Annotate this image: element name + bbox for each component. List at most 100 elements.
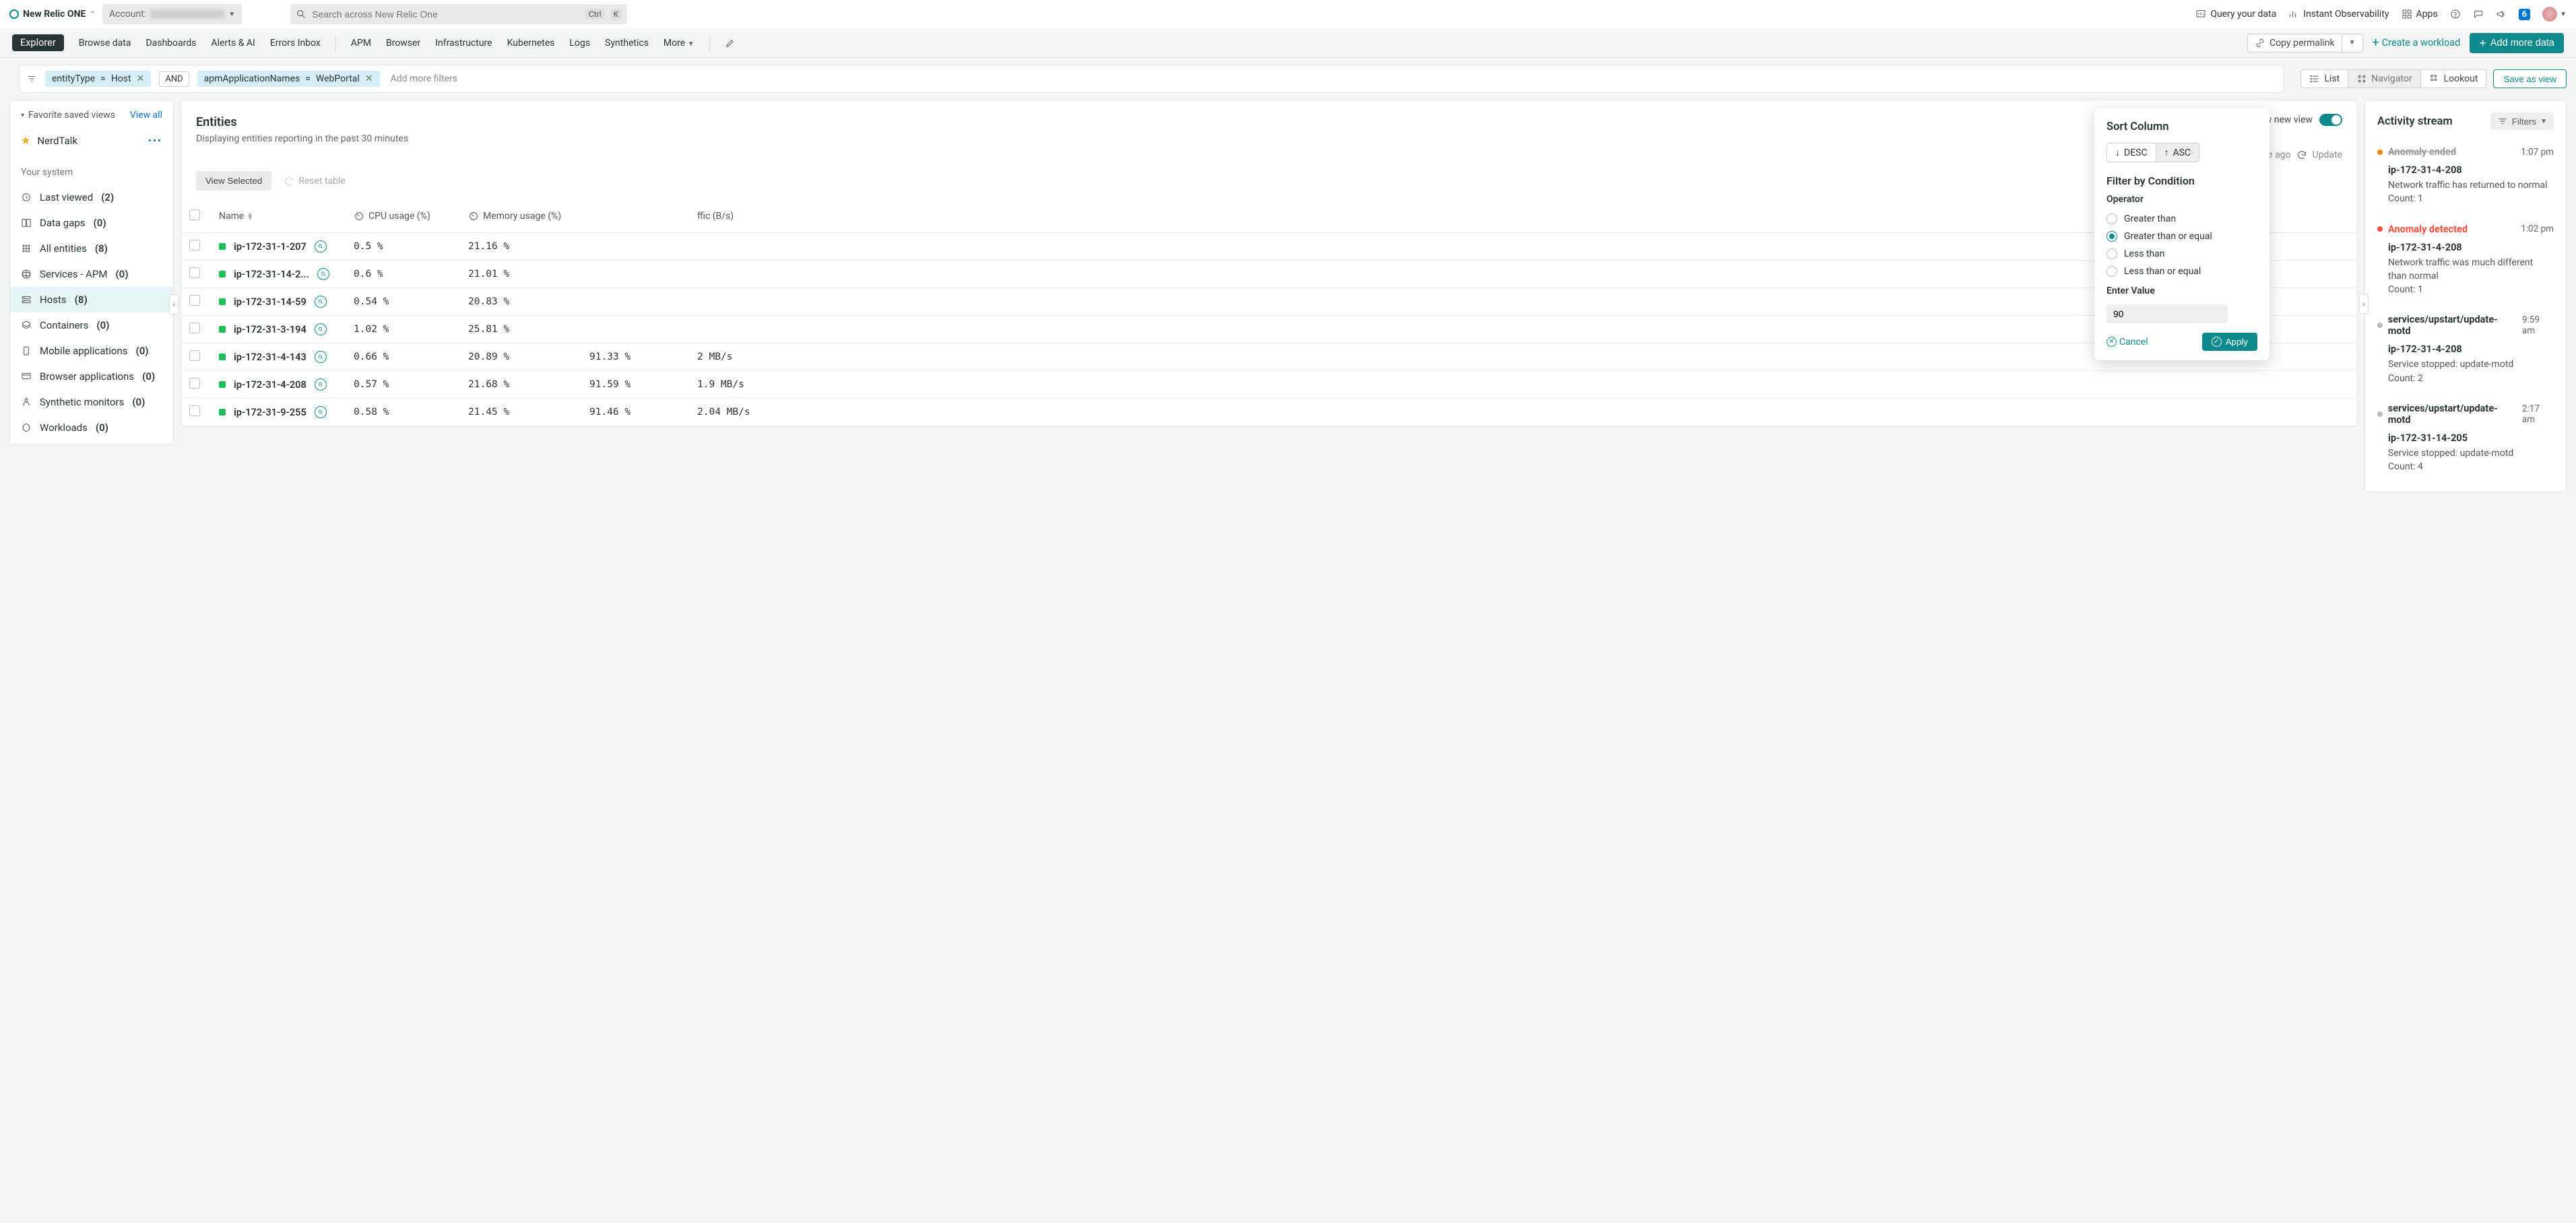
more-icon[interactable]: ••• — [148, 135, 162, 147]
chevron-down-icon[interactable]: ▾ — [21, 112, 24, 119]
sidebar-item-containers[interactable]: Containers (0) — [10, 312, 173, 338]
filter-value-input[interactable] — [2106, 304, 2228, 323]
copy-permalink-button[interactable]: Copy permalink — [2247, 34, 2342, 53]
notifications-badge[interactable]: 6 — [2519, 9, 2530, 20]
activity-event[interactable]: services/upstart/update-motd9:59 amip-17… — [2365, 307, 2566, 396]
col-disk-header[interactable] — [581, 203, 689, 233]
add-more-data-button[interactable]: + Add more data — [2470, 33, 2564, 53]
table-row[interactable]: ip-172-31-3-1941.02 %25.81 % — [181, 316, 2357, 343]
filter-icon[interactable] — [26, 73, 37, 84]
apply-button[interactable]: ✓ Apply — [2202, 333, 2257, 351]
sidebar-item-mobile-applications[interactable]: Mobile applications (0) — [10, 338, 173, 364]
account-picker[interactable]: Account: ▼ — [102, 4, 242, 24]
row-checkbox[interactable] — [189, 350, 200, 361]
chip-remove-icon[interactable]: ✕ — [365, 73, 373, 84]
col-cpu-header[interactable]: CPU usage (%) — [346, 203, 460, 233]
refresh-icon[interactable] — [2296, 150, 2307, 160]
view-mode-list[interactable]: List — [2300, 69, 2348, 88]
create-workload[interactable]: + Create a workload — [2373, 37, 2461, 48]
nav-dashboards[interactable]: Dashboards — [146, 38, 196, 48]
help-icon[interactable] — [2450, 9, 2461, 20]
col-mem-header[interactable]: Memory usage (%) — [460, 203, 581, 233]
filter-chip-apmapp[interactable]: apmApplicationNames = WebPortal ✕ — [197, 71, 380, 87]
favorite-item[interactable]: ★ NerdTalk ••• — [10, 127, 173, 154]
nav-synthetics[interactable]: Synthetics — [605, 38, 649, 48]
view-all-link[interactable]: View all — [130, 110, 162, 121]
view-selected-button[interactable]: View Selected — [196, 171, 271, 191]
nav-browser[interactable]: Browser — [386, 38, 420, 48]
query-your-data[interactable]: Query your data — [2195, 9, 2276, 20]
add-more-filters[interactable]: Add more filters — [391, 73, 457, 84]
nav-more[interactable]: More ▼ — [664, 38, 695, 48]
chip-remove-icon[interactable]: ✕ — [137, 73, 145, 84]
copy-permalink-menu[interactable]: ▼ — [2342, 34, 2363, 53]
col-name-header[interactable]: Name▴▾ — [211, 203, 346, 233]
preview-icon[interactable] — [315, 323, 327, 335]
nav-errors-inbox[interactable]: Errors Inbox — [270, 38, 321, 48]
nav-alerts[interactable]: Alerts & AI — [211, 38, 255, 48]
row-checkbox[interactable] — [189, 323, 200, 333]
collapse-sidebar-handle[interactable]: ‹ — [169, 294, 179, 315]
operator-option[interactable]: Less than or equal — [2106, 263, 2257, 280]
entity-name[interactable]: ip-172-31-1-207 — [219, 240, 337, 253]
filter-chip-entitytype[interactable]: entityType = Host ✕ — [45, 71, 151, 87]
preview-icon[interactable] — [315, 351, 327, 363]
reset-table[interactable]: Reset table — [284, 176, 346, 187]
save-as-view-button[interactable]: Save as view — [2493, 69, 2567, 88]
nav-kubernetes[interactable]: Kubernetes — [507, 38, 555, 48]
preview-icon[interactable] — [315, 240, 327, 253]
operator-option[interactable]: Less than — [2106, 245, 2257, 263]
sidebar-item-data-gaps[interactable]: Data gaps (0) — [10, 210, 173, 236]
entity-name[interactable]: ip-172-31-3-194 — [219, 323, 337, 335]
nav-logs[interactable]: Logs — [569, 38, 590, 48]
nav-browse-data[interactable]: Browse data — [79, 38, 131, 48]
sidebar-item-hosts[interactable]: Hosts (8) — [10, 287, 173, 312]
sidebar-item-services-apm[interactable]: Services - APM (0) — [10, 261, 173, 287]
sort-desc-button[interactable]: ↓DESC — [2106, 143, 2156, 162]
brand-logo[interactable]: New Relic ONE™ — [9, 9, 94, 20]
select-all-checkbox[interactable] — [189, 209, 200, 220]
user-menu[interactable]: ▼ — [2542, 7, 2567, 22]
show-new-view-toggle[interactable] — [2319, 114, 2342, 126]
sidebar-item-browser-applications[interactable]: Browser applications (0) — [10, 364, 173, 389]
chat-icon[interactable] — [2473, 9, 2484, 20]
apps-link[interactable]: Apps — [2402, 9, 2438, 20]
row-checkbox[interactable] — [189, 295, 200, 306]
entity-name[interactable]: ip-172-31-9-255 — [219, 406, 337, 418]
table-row[interactable]: ip-172-31-14-2...0.6 %21.01 % — [181, 261, 2357, 288]
row-checkbox[interactable] — [189, 240, 200, 251]
view-mode-lookout[interactable]: Lookout — [2421, 69, 2487, 88]
sidebar-item-all-entities[interactable]: All entities (8) — [10, 236, 173, 261]
row-checkbox[interactable] — [189, 405, 200, 416]
preview-icon[interactable] — [315, 296, 327, 308]
nav-apm[interactable]: APM — [351, 38, 371, 48]
instant-observability[interactable]: Instant Observability — [2288, 9, 2389, 20]
table-row[interactable]: ip-172-31-9-2550.58 %21.45 %91.46 %2.04 … — [181, 399, 2357, 426]
operator-option[interactable]: Greater than or equal — [2106, 228, 2257, 245]
entity-name[interactable]: ip-172-31-14-2... — [219, 268, 337, 280]
preview-icon[interactable] — [317, 268, 329, 280]
sidebar-item-synthetic-monitors[interactable]: Synthetic monitors (0) — [10, 389, 173, 415]
edit-icon[interactable] — [725, 38, 736, 48]
collapse-activity-handle[interactable]: › — [2359, 294, 2369, 314]
activity-event[interactable]: services/upstart/update-motd2:17 amip-17… — [2365, 396, 2566, 485]
preview-icon[interactable] — [315, 378, 327, 391]
sidebar-item-last-viewed[interactable]: Last viewed (2) — [10, 185, 173, 210]
table-row[interactable]: ip-172-31-4-1430.66 %20.89 %91.33 %2 MB/… — [181, 343, 2357, 371]
table-row[interactable]: ip-172-31-14-590.54 %20.83 % — [181, 288, 2357, 316]
table-row[interactable]: ip-172-31-4-2080.57 %21.68 %91.59 %1.9 M… — [181, 371, 2357, 399]
table-row[interactable]: ip-172-31-1-2070.5 %21.16 % — [181, 233, 2357, 261]
activity-event[interactable]: Anomaly ended1:07 pmip-172-31-4-208Netwo… — [2365, 139, 2566, 217]
operator-option[interactable]: Greater than — [2106, 210, 2257, 228]
nav-explorer[interactable]: Explorer — [12, 34, 64, 51]
sidebar-item-workloads[interactable]: Workloads (0) — [10, 415, 173, 440]
nav-infrastructure[interactable]: Infrastructure — [435, 38, 492, 48]
announce-icon[interactable] — [2496, 9, 2507, 20]
entity-name[interactable]: ip-172-31-14-59 — [219, 296, 337, 308]
entity-name[interactable]: ip-172-31-4-143 — [219, 351, 337, 363]
global-search[interactable]: Ctrl K — [290, 4, 627, 24]
update-link[interactable]: Update — [2313, 150, 2342, 160]
entity-name[interactable]: ip-172-31-4-208 — [219, 378, 337, 391]
view-mode-navigator[interactable]: Navigator — [2348, 69, 2420, 88]
activity-filters-button[interactable]: Filters ▼ — [2490, 112, 2554, 130]
